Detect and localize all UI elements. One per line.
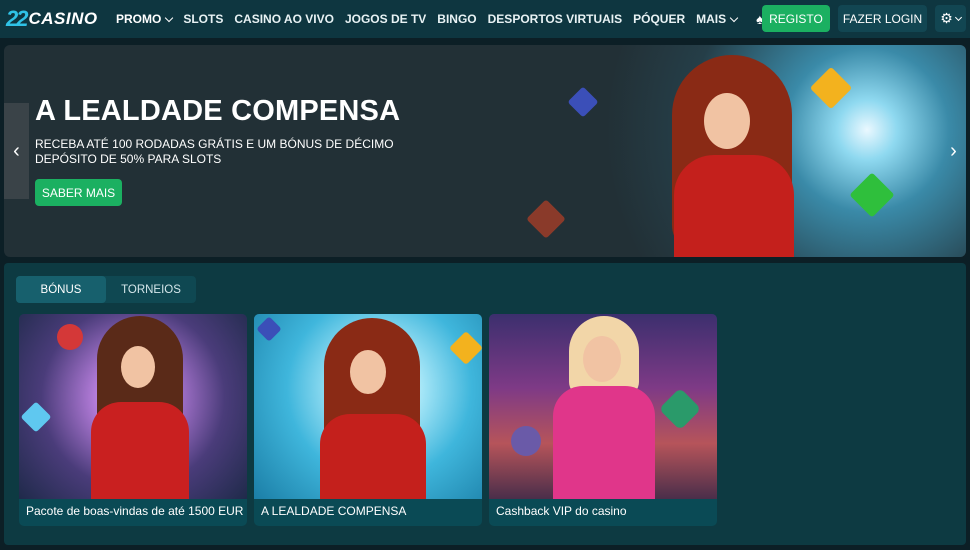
green-cat-statue-icon	[658, 387, 702, 431]
nav-item-label: DESPORTOS VIRTUAIS	[487, 12, 623, 26]
promo-card-label: A LEALDADE COMPENSA	[261, 504, 407, 518]
logo-mark: 22	[6, 6, 29, 31]
nav-item-label: MAIS	[696, 12, 727, 26]
card-character-face	[121, 346, 155, 388]
blue-gem-icon	[256, 316, 282, 342]
hero-banner[interactable]: A LEALDADE COMPENSA RECEBA ATÉ 100 RODAD…	[4, 45, 966, 257]
promo-card-image	[19, 314, 247, 499]
nav-item-bingo[interactable]: BINGO	[437, 12, 476, 26]
nav-item-label: JOGOS DE TV	[344, 12, 427, 26]
promo-card-loyalty[interactable]: A LEALDADE COMPENSA	[254, 314, 482, 526]
banner-subtitle: RECEBA ATÉ 100 RODADAS GRÁTIS E UM BÓNUS…	[35, 137, 394, 166]
card-character-jacket	[553, 386, 655, 499]
promo-card-image	[254, 314, 482, 499]
banner-character-dress	[674, 155, 794, 257]
casino-logo[interactable]: 22 CASINO	[6, 6, 102, 32]
top-navigation-bar: 22 CASINO PROMO SLOTS CASINO AO VIVO JOG…	[0, 0, 970, 38]
diamond-icon	[20, 401, 52, 433]
nav-item-live-casino[interactable]: CASINO AO VIVO	[234, 12, 334, 26]
nav-item-label: PROMO	[116, 12, 162, 26]
nav-item-slots[interactable]: SLOTS	[183, 12, 223, 26]
chevron-down-icon	[165, 13, 174, 22]
nav-item-label: BINGO	[437, 12, 477, 26]
card-character-dress	[320, 414, 426, 499]
promo-card-image	[489, 314, 717, 499]
logo-text: CASINO	[28, 9, 98, 28]
promo-card-label: Cashback VIP do casino	[496, 504, 627, 518]
main-nav: PROMO SLOTS CASINO AO VIVO JOGOS DE TV B…	[116, 0, 800, 38]
chevron-left-icon: ‹	[13, 139, 20, 162]
promo-cards: Pacote de boas-vindas de até 1500 EUR +.…	[19, 314, 724, 526]
login-button[interactable]: FAZER LOGIN	[838, 5, 927, 32]
nav-item-label: CASINO AO VIVO	[234, 12, 334, 26]
nav-item-poker[interactable]: PÓQUER	[633, 12, 685, 26]
promo-card-vip-cashback[interactable]: Cashback VIP do casino	[489, 314, 717, 526]
nav-item-promo[interactable]: PROMO	[116, 12, 174, 26]
chevron-down-icon	[954, 13, 962, 21]
card-character-dress	[91, 402, 189, 499]
promo-tabs: BÓNUS TORNEIOS	[16, 276, 196, 303]
card-character-face	[350, 350, 386, 394]
chevron-right-icon: ›	[950, 139, 957, 162]
promo-card-welcome[interactable]: Pacote de boas-vindas de até 1500 EUR +.…	[19, 314, 247, 526]
learn-more-button[interactable]: SABER MAIS	[35, 179, 122, 206]
promo-card-label: Pacote de boas-vindas de até 1500 EUR +.…	[26, 504, 247, 518]
card-character-face	[583, 336, 621, 382]
gear-icon: ⚙	[940, 10, 953, 26]
poker-chip-icon	[51, 318, 89, 356]
chevron-down-icon	[729, 13, 739, 22]
promotions-panel: BÓNUS TORNEIOS Pacote de boas-vindas de …	[4, 263, 966, 545]
tab-bonus[interactable]: BÓNUS	[16, 276, 106, 303]
nav-item-virtual-sports[interactable]: DESPORTOS VIRTUAIS	[488, 12, 622, 26]
banner-next-button[interactable]: ›	[941, 103, 966, 199]
tab-tournaments[interactable]: TORNEIOS	[106, 276, 196, 303]
nav-item-tv-games[interactable]: JOGOS DE TV	[345, 12, 426, 26]
settings-button[interactable]: ⚙	[935, 5, 966, 32]
nav-item-label: SLOTS	[183, 12, 224, 26]
banner-prev-button[interactable]: ‹	[4, 103, 29, 199]
nav-item-more[interactable]: MAIS	[696, 12, 739, 26]
register-button[interactable]: REGISTO	[762, 5, 830, 32]
banner-title: A LEALDADE COMPENSA	[35, 95, 401, 127]
yellow-gem-icon	[449, 331, 482, 365]
egg-icon	[504, 419, 548, 463]
nav-item-label: PÓQUER	[633, 12, 686, 26]
banner-character-face	[704, 93, 750, 149]
